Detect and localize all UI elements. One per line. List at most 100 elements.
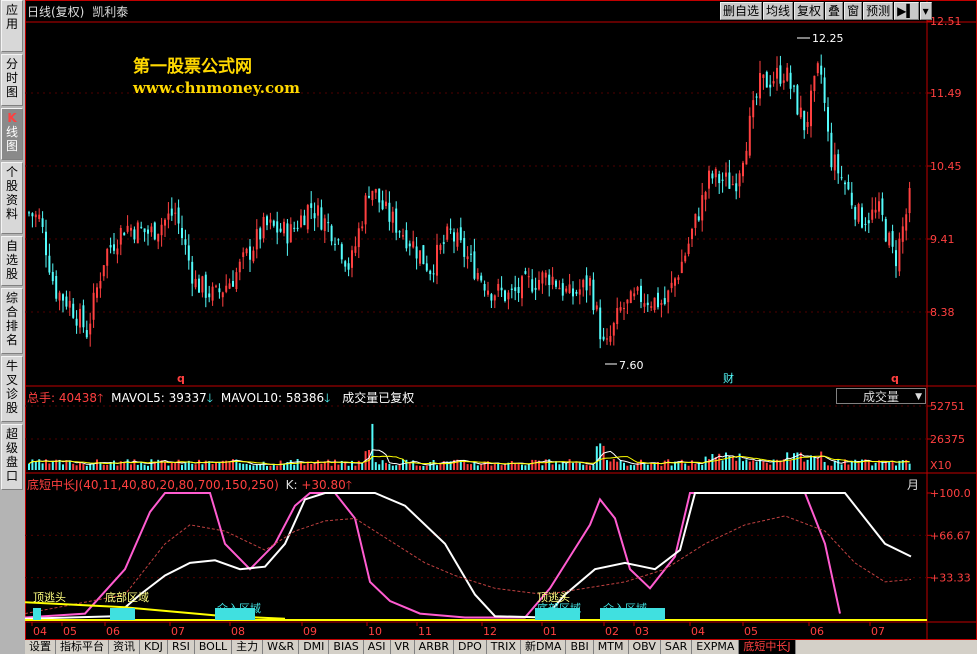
indicator-tab-6[interactable]: 主力 — [232, 640, 264, 654]
volume-bar — [167, 465, 170, 470]
indicator-k-value: +30.80 — [301, 478, 346, 492]
candlestick-body — [572, 288, 574, 297]
volume-bar — [755, 461, 758, 470]
indicator-tab-17[interactable]: MTM — [594, 640, 629, 654]
volume-bar — [75, 465, 78, 470]
candlestick-body — [150, 226, 153, 233]
toolbar-button-0[interactable]: 删自选 — [720, 2, 763, 20]
indicator-tab-4[interactable]: RSI — [168, 640, 195, 654]
nav-label-char: 线 — [5, 125, 18, 139]
candlestick-body — [612, 323, 615, 336]
indicator-tab-20[interactable]: EXPMA — [692, 640, 740, 654]
candlestick-body — [293, 227, 296, 229]
candlestick-body — [442, 242, 445, 244]
volume-bar — [415, 465, 418, 470]
candlestick-body — [116, 248, 119, 255]
nav-kline[interactable]: K线图 — [1, 108, 23, 160]
volume-bar — [466, 464, 469, 470]
candlestick-body — [538, 279, 540, 290]
volume-bar — [765, 462, 768, 470]
candlestick-body — [565, 288, 568, 292]
candlestick-body — [670, 282, 673, 289]
candlestick-body — [96, 287, 98, 298]
candlestick-body — [106, 249, 109, 266]
indicator-tab-12[interactable]: ARBR — [415, 640, 455, 654]
volume-bar — [667, 459, 670, 470]
toolbar-button-3[interactable]: 叠 — [825, 2, 844, 20]
volume-bar — [174, 462, 177, 470]
nav-watchlist[interactable]: 自选股 — [1, 236, 23, 286]
indicator-tab-1[interactable]: 指标平台 — [56, 640, 109, 654]
toolbar-button-5[interactable]: 预测 — [863, 2, 894, 20]
candlestick-body — [272, 220, 275, 226]
nav-diagnosis[interactable]: 牛叉诊股 — [1, 356, 23, 422]
indicator-tab-7[interactable]: W&R — [263, 640, 300, 654]
side-navigation: 应用分时图K线图个股资料自选股综合排名牛叉诊股超级盘口 — [0, 0, 25, 654]
indicator-white-line — [25, 492, 912, 620]
indicator-tab-3[interactable]: KDJ — [140, 640, 168, 654]
candlestick-body — [439, 244, 442, 251]
nav-intraday[interactable]: 分时图 — [1, 54, 23, 106]
indicator-tab-2[interactable]: 资讯 — [109, 640, 140, 654]
candlestick-body — [279, 228, 282, 232]
toolbar-button-4[interactable]: 窗 — [844, 2, 863, 20]
candlestick-body — [82, 305, 85, 328]
indicator-tab-21[interactable]: 底短中长J — [739, 640, 796, 654]
candlestick-body — [510, 288, 513, 290]
indicator-tab-8[interactable]: DMI — [299, 640, 330, 654]
toolbar-button-7[interactable]: ▾ — [919, 2, 932, 20]
candlestick-body — [28, 212, 30, 214]
indicator-tab-14[interactable]: TRIX — [487, 640, 521, 654]
candlestick-body — [714, 168, 717, 178]
candlestick-body — [347, 263, 350, 270]
nav-profile[interactable]: 个股资料 — [1, 162, 23, 234]
candlestick-body — [884, 219, 887, 242]
volume-bar — [891, 461, 894, 470]
indicator-tab-15[interactable]: 新DMA — [521, 640, 567, 654]
candlestick-body — [286, 223, 289, 244]
indicator-tab-9[interactable]: BIAS — [329, 640, 364, 654]
volume-bar — [476, 465, 479, 470]
volume-bar — [830, 465, 833, 470]
candlestick-body — [820, 65, 823, 75]
indicator-tab-19[interactable]: SAR — [661, 640, 693, 654]
toolbar-button-1[interactable]: 均线 — [763, 2, 794, 20]
nav-orderbook[interactable]: 超级盘口 — [1, 424, 23, 490]
month-label: 07 — [171, 625, 185, 638]
indicator-tab-5[interactable]: BOLL — [195, 640, 233, 654]
indicator-tab-0[interactable]: 设置 — [25, 640, 56, 654]
candlestick-body — [252, 250, 255, 262]
nav-label-char: 图 — [5, 85, 18, 99]
indicator-tab-10[interactable]: ASI — [364, 640, 391, 654]
toolbar-button-6[interactable]: ▶▍ — [894, 2, 919, 20]
candlestick-body — [837, 154, 840, 174]
nav-ranking[interactable]: 综合排名 — [1, 288, 23, 354]
volume-bar — [575, 462, 578, 470]
volume-bar — [391, 465, 394, 470]
indicator-tab-11[interactable]: VR — [391, 640, 415, 654]
volume-bar — [629, 464, 632, 470]
volume-bar — [480, 464, 483, 470]
chart-title: 日线(复权) 凯利泰 — [27, 3, 128, 20]
indicator-tab-13[interactable]: DPO — [454, 640, 487, 654]
candlestick-body — [636, 287, 639, 291]
indicator-tab-16[interactable]: BBI — [566, 640, 594, 654]
candlestick-body — [650, 306, 653, 308]
candlestick-body — [75, 318, 78, 326]
candlestick-body — [51, 271, 54, 282]
indicator-tab-18[interactable]: OBV — [629, 640, 661, 654]
candlestick-body — [623, 308, 625, 310]
chevron-down-icon: ▼ — [915, 392, 922, 402]
toolbar-button-2[interactable]: 复权 — [794, 2, 825, 20]
volume-bar — [833, 460, 836, 470]
volume-bar — [398, 464, 401, 470]
candlestick-body — [748, 115, 751, 156]
zone-label: 底部区域 — [537, 601, 581, 615]
volume-bar — [31, 459, 34, 470]
candlestick-body — [793, 85, 795, 87]
candlestick-body — [541, 272, 544, 284]
candlestick-body — [113, 244, 115, 251]
nav-apps[interactable]: 应用 — [1, 0, 23, 52]
volume-indicator-select[interactable]: 成交量 ▼ — [836, 388, 926, 404]
candlestick-body — [517, 287, 520, 293]
